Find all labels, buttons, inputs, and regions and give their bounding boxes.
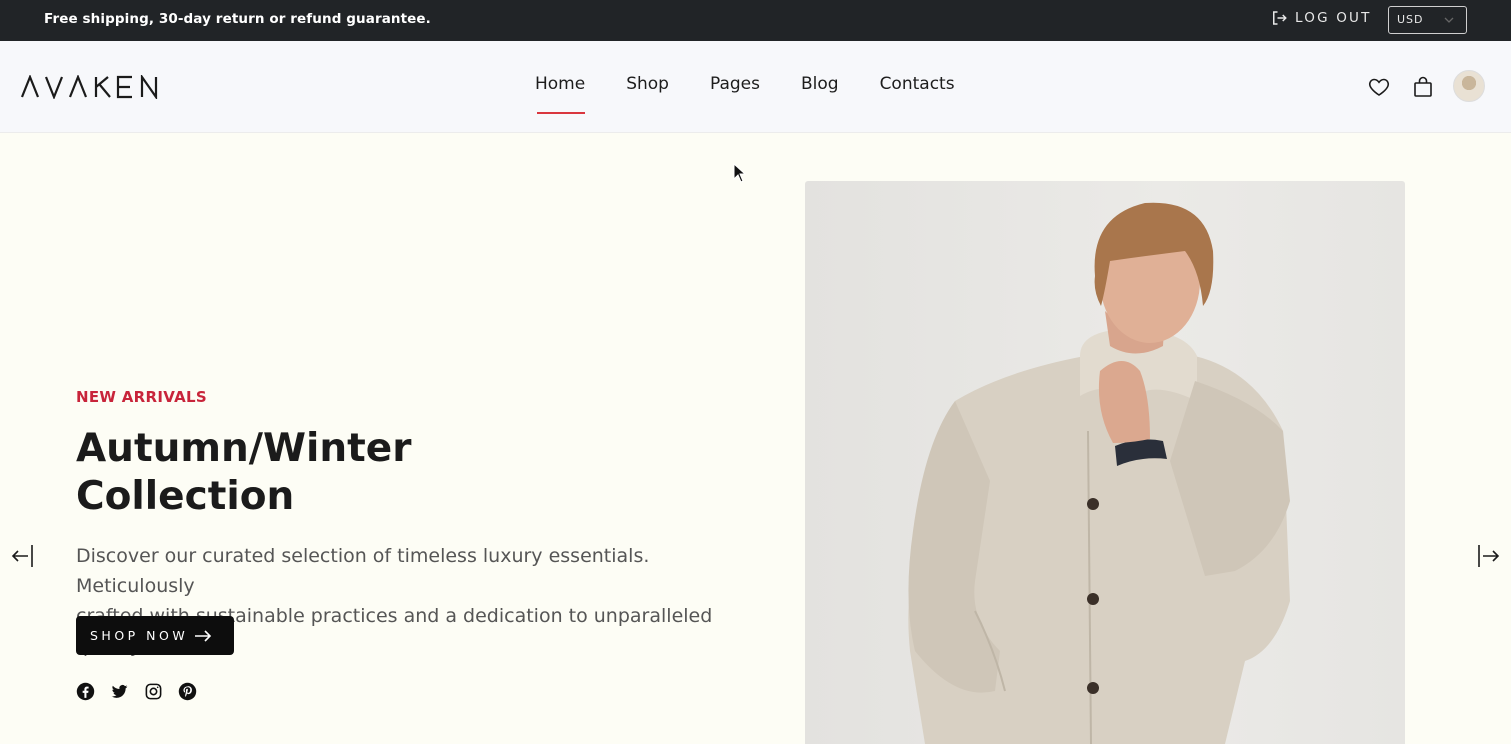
hero-eyebrow: NEW ARRIVALS bbox=[76, 388, 208, 406]
nav-shop[interactable]: Shop bbox=[626, 74, 669, 94]
social-links bbox=[76, 682, 197, 701]
instagram-icon[interactable] bbox=[144, 682, 163, 701]
model-illustration bbox=[908, 202, 1290, 744]
hero-title-line1: Autumn/Winter bbox=[76, 426, 412, 471]
chevron-down-icon bbox=[1444, 17, 1454, 23]
arrow-left-icon[interactable] bbox=[10, 544, 34, 568]
nav-pages[interactable]: Pages bbox=[710, 74, 760, 94]
hero-title: Autumn/Winter Collection bbox=[76, 425, 576, 521]
nav-blog[interactable]: Blog bbox=[801, 74, 839, 94]
facebook-icon[interactable] bbox=[76, 682, 95, 701]
shop-now-button[interactable]: SHOP NOW bbox=[76, 616, 234, 655]
arrow-right-icon[interactable] bbox=[1477, 544, 1501, 568]
arrow-right-icon bbox=[195, 629, 212, 642]
site-header: Home Shop Pages Blog Contacts bbox=[0, 41, 1511, 133]
mouse-cursor-icon bbox=[733, 163, 747, 183]
hero-image bbox=[805, 181, 1405, 744]
heart-icon[interactable] bbox=[1367, 75, 1391, 99]
avatar[interactable] bbox=[1453, 70, 1485, 102]
hero-description-line1: Discover our curated selection of timele… bbox=[76, 545, 650, 597]
nav-contacts[interactable]: Contacts bbox=[880, 74, 955, 94]
logout-icon bbox=[1273, 11, 1287, 25]
logout-button[interactable]: LOG OUT bbox=[1270, 9, 1372, 27]
main-nav: Home Shop Pages Blog Contacts bbox=[535, 74, 996, 114]
shopping-bag-icon[interactable] bbox=[1411, 75, 1435, 99]
announcement-bar: Free shipping, 30-day return or refund g… bbox=[0, 0, 1511, 41]
logout-label: LOG OUT bbox=[1295, 10, 1372, 26]
hero-title-line2: Collection bbox=[76, 474, 295, 519]
currency-value: USD bbox=[1397, 13, 1424, 26]
nav-home[interactable]: Home bbox=[535, 74, 586, 114]
pinterest-icon[interactable] bbox=[178, 682, 197, 701]
promo-text: Free shipping, 30-day return or refund g… bbox=[44, 11, 431, 27]
currency-select[interactable]: USD bbox=[1388, 6, 1467, 34]
shop-now-label: SHOP NOW bbox=[90, 628, 189, 643]
twitter-icon[interactable] bbox=[110, 682, 129, 701]
brand-logo[interactable] bbox=[20, 75, 172, 99]
